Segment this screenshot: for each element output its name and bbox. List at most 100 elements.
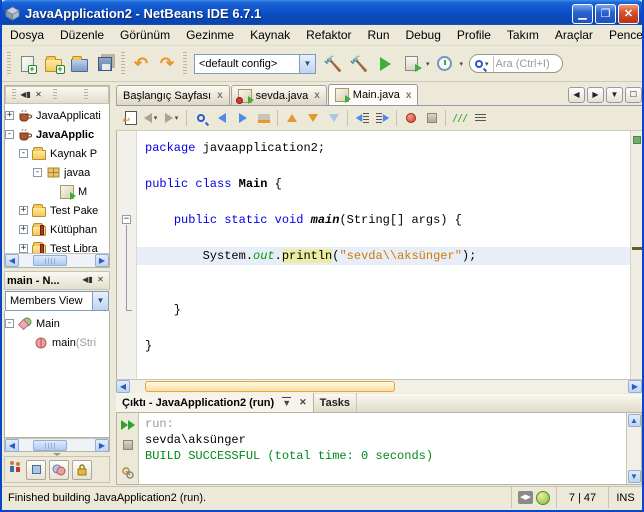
menu-gorunum[interactable]: Görünüm	[112, 26, 178, 44]
toggle-highlight-button[interactable]	[253, 108, 274, 128]
menu-takim[interactable]: Takım	[499, 26, 547, 44]
expander-icon[interactable]: +	[19, 206, 28, 215]
tree-item-main-method[interactable]: main (Stri	[5, 333, 109, 352]
code-line[interactable]	[137, 283, 630, 301]
close-tab-icon[interactable]: x	[406, 90, 412, 101]
projects-panel-header[interactable]: ◀▮ ✕	[5, 86, 109, 104]
menu-gezinme[interactable]: Gezinme	[178, 26, 242, 44]
tab-start-page[interactable]: Başlangıç Sayfası x	[116, 85, 230, 105]
record-macro-button[interactable]	[400, 108, 421, 128]
uncomment-button[interactable]	[470, 108, 491, 128]
stop-macro-button[interactable]	[421, 108, 442, 128]
caret-sync-icon[interactable]: ◀▶	[518, 491, 533, 504]
menu-kaynak[interactable]: Kaynak	[242, 26, 298, 44]
code-line[interactable]: package javaapplication2;	[137, 139, 630, 157]
expander-icon[interactable]: -	[19, 149, 28, 158]
navigator-horizontal-scrollbar[interactable]: ◀ ▶	[4, 438, 110, 452]
scroll-right-icon[interactable]: ▶	[628, 380, 642, 393]
expander-icon[interactable]: -	[5, 130, 14, 139]
code-editor[interactable]: − package javaapplication2; public class…	[116, 131, 642, 379]
output-vertical-scrollbar[interactable]: ▲ ▼	[626, 413, 641, 484]
code-line[interactable]: }	[137, 301, 630, 319]
scroll-right-icon[interactable]: ▶	[95, 254, 109, 267]
insert-mode-cell[interactable]: INS	[608, 487, 642, 508]
minimize-panel-icon[interactable]: ◀▮	[19, 89, 32, 102]
maximize-editor-icon[interactable]: ☐	[625, 87, 642, 103]
scroll-left-icon[interactable]: ◀	[5, 254, 19, 267]
expander-icon[interactable]: +	[5, 111, 14, 120]
code-line[interactable]: public static void main(String[] args) {	[137, 211, 630, 229]
code-line-current[interactable]: System.out.println("sevda\\aksünger");	[137, 247, 630, 265]
output-console[interactable]: run: sevda\aksünger BUILD SUCCESSFUL (to…	[139, 413, 626, 484]
profile-project-button[interactable]	[432, 51, 458, 77]
close-panel-icon[interactable]: ✕	[94, 274, 107, 287]
close-button[interactable]: ✕	[618, 3, 639, 24]
previous-occurrence-button[interactable]	[211, 108, 232, 128]
code-line[interactable]	[137, 229, 630, 247]
menu-debug[interactable]: Debug	[398, 26, 449, 44]
menu-duzenle[interactable]: Düzenle	[52, 26, 112, 44]
scroll-left-icon[interactable]: ◀	[116, 380, 130, 393]
tab-list-dropdown-icon[interactable]: ▼	[606, 87, 623, 103]
rerun-button[interactable]	[119, 416, 136, 433]
maximize-button[interactable]: ❐	[595, 3, 616, 24]
last-edit-location-button[interactable]: ↩	[120, 108, 141, 128]
scrollbar-thumb[interactable]	[145, 381, 395, 392]
editor-horizontal-scrollbar[interactable]: ◀ ▶	[116, 379, 642, 393]
tree-item-main-java[interactable]: M	[5, 182, 109, 201]
comment-button[interactable]: ///	[449, 108, 470, 128]
code-line[interactable]: public class Main {	[137, 175, 630, 193]
tab-sevda-java[interactable]: sevda.java x	[230, 85, 327, 105]
menu-pencere[interactable]: Pencere	[601, 26, 642, 44]
new-project-button[interactable]: +	[40, 51, 66, 77]
minimize-panel-icon[interactable]: ◀▮	[81, 274, 94, 287]
save-all-button[interactable]	[92, 51, 118, 77]
next-occurrence-button[interactable]	[232, 108, 253, 128]
tree-item-test-libraries[interactable]: + Test Libra	[5, 239, 109, 253]
minimize-window-group-icon[interactable]: ▼	[282, 397, 292, 408]
ant-settings-button[interactable]	[119, 464, 136, 481]
chevron-down-icon[interactable]: ▼	[92, 292, 108, 310]
find-selection-button[interactable]	[190, 108, 211, 128]
new-file-button[interactable]: +	[14, 51, 40, 77]
debug-dropdown-icon[interactable]: ▾	[426, 60, 430, 68]
close-tab-icon[interactable]: ✕	[299, 397, 307, 408]
navigator-view-combobox[interactable]: Members View ▼	[5, 291, 109, 311]
tree-item-libraries[interactable]: + Kütüphan	[5, 220, 109, 239]
previous-bookmark-button[interactable]	[281, 108, 302, 128]
redo-button[interactable]: ↷	[154, 51, 180, 77]
toolbar-grip[interactable]	[7, 51, 11, 76]
forward-button[interactable]: ▾	[162, 108, 183, 128]
close-panel-icon[interactable]: ✕	[32, 89, 45, 102]
menu-araclar[interactable]: Araçlar	[547, 26, 601, 44]
expander-icon[interactable]: +	[19, 225, 28, 234]
menu-refaktor[interactable]: Refaktor	[298, 26, 359, 44]
show-non-public-toggle[interactable]	[72, 459, 92, 480]
menu-profile[interactable]: Profile	[449, 26, 499, 44]
scroll-tabs-left-icon[interactable]: ◀	[568, 87, 585, 103]
code-line[interactable]	[137, 319, 630, 337]
scrollbar-thumb[interactable]	[33, 439, 67, 451]
title-bar[interactable]: JavaApplication2 - NetBeans IDE 6.7.1 ▁ …	[2, 0, 642, 27]
run-project-button[interactable]	[372, 51, 398, 77]
scroll-up-icon[interactable]: ▲	[627, 414, 641, 427]
scroll-left-icon[interactable]: ◀	[5, 438, 19, 452]
navigator-header[interactable]: main - N... ◀▮ ✕	[4, 271, 110, 290]
clean-build-button[interactable]: 🔨	[346, 51, 372, 77]
scrollbar-thumb[interactable]	[33, 255, 67, 266]
tab-main-java[interactable]: Main.java x	[327, 84, 419, 105]
code-area[interactable]: package javaapplication2; public class M…	[137, 131, 630, 379]
tree-item-package[interactable]: - javaa	[5, 163, 109, 182]
projects-horizontal-scrollbar[interactable]: ◀ ▶	[5, 253, 109, 267]
menu-dosya[interactable]: Dosya	[2, 26, 52, 44]
profile-dropdown-icon[interactable]: ▾	[460, 60, 464, 68]
tree-item-project-2[interactable]: - JavaApplic	[5, 125, 109, 144]
back-button[interactable]: ▾	[141, 108, 162, 128]
tab-output-run[interactable]: Çıktı - JavaApplication2 (run) ▼ ✕	[116, 393, 314, 412]
code-line[interactable]: }	[137, 337, 630, 355]
shift-right-button[interactable]	[372, 108, 393, 128]
shift-left-button[interactable]	[351, 108, 372, 128]
menu-run[interactable]: Run	[360, 26, 398, 44]
toggle-bookmark-button[interactable]	[323, 108, 344, 128]
fold-collapse-icon[interactable]: −	[122, 215, 131, 224]
